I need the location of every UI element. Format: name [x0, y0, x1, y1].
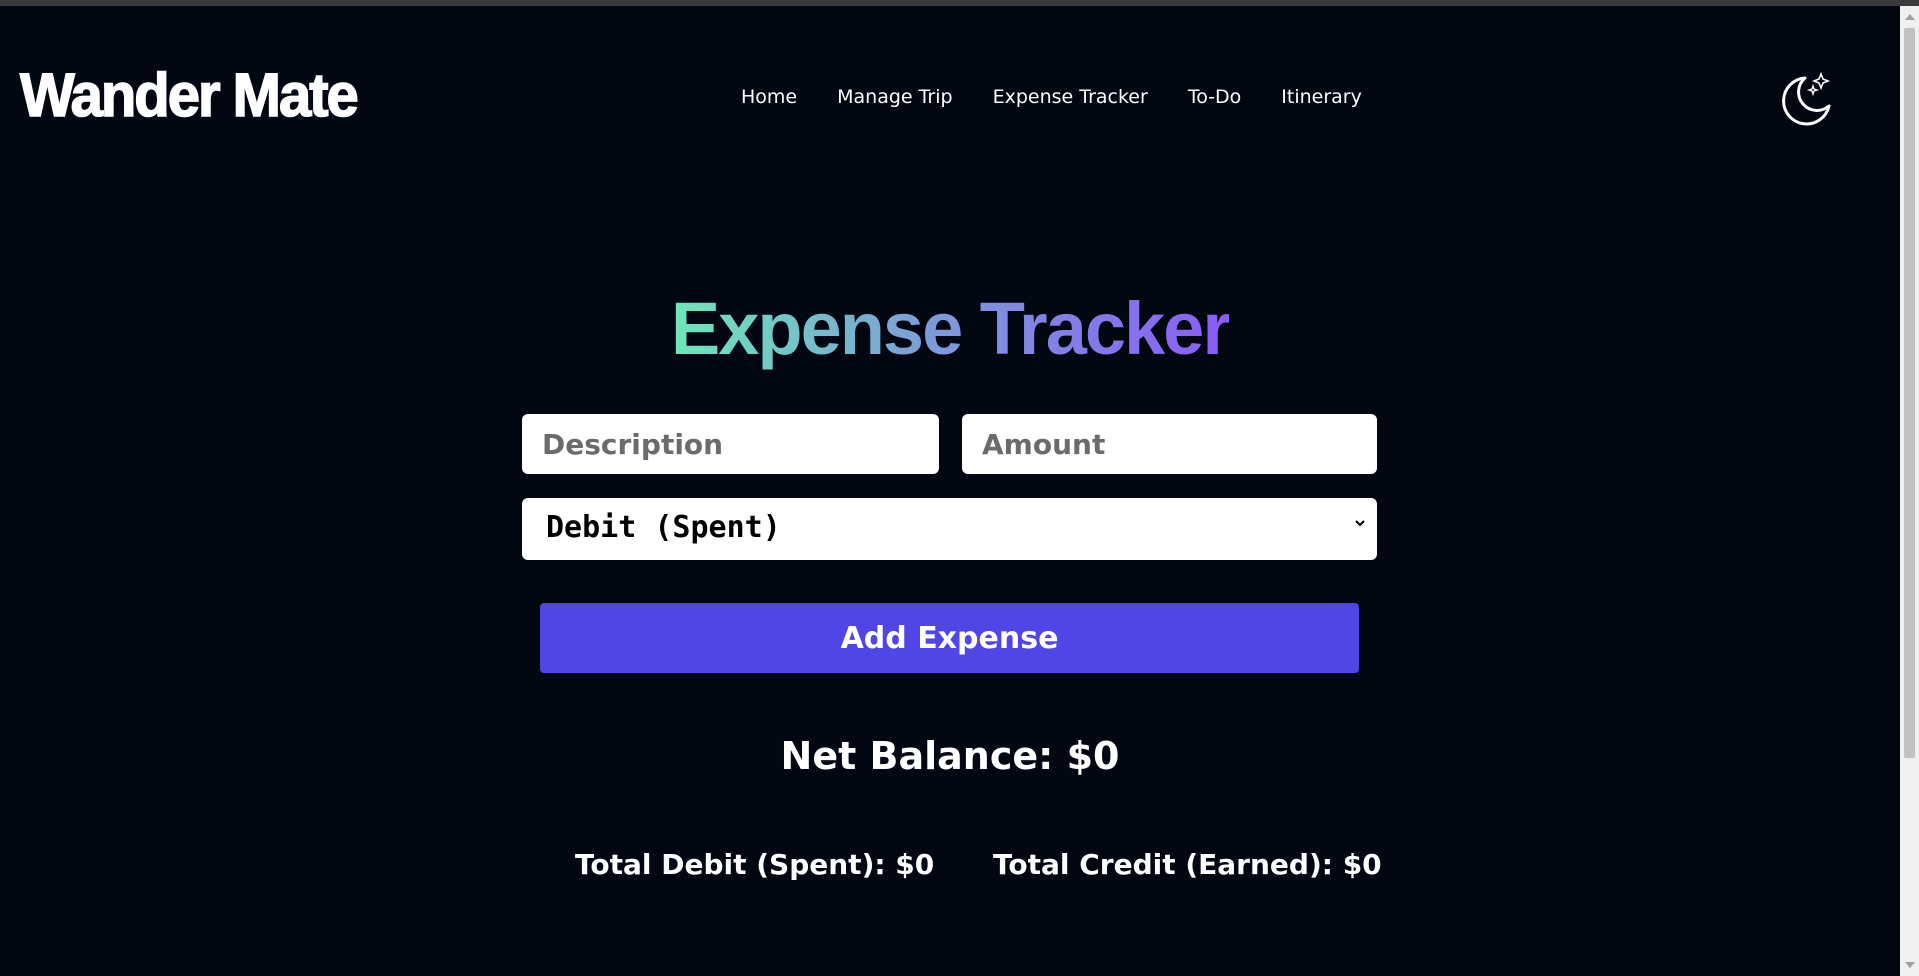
- expense-type-select[interactable]: Debit (Spent): [522, 498, 1377, 560]
- nav-to-do[interactable]: To-Do: [1188, 86, 1241, 108]
- vertical-scrollbar[interactable]: [1900, 6, 1919, 976]
- main-nav: Home Manage Trip Expense Tracker To-Do I…: [741, 86, 1362, 108]
- page-title: Expense Tracker: [0, 292, 1900, 366]
- expense-type-value: Debit (Spent): [546, 510, 781, 545]
- nav-itinerary[interactable]: Itinerary: [1281, 86, 1362, 108]
- page: Wander Mate Home Manage Trip Expense Tra…: [0, 6, 1900, 976]
- scrollbar-thumb[interactable]: [1904, 28, 1915, 758]
- theme-toggle-button[interactable]: [1775, 68, 1839, 132]
- chevron-down-icon: [1355, 520, 1365, 527]
- scroll-up-arrow-icon[interactable]: [1905, 14, 1915, 20]
- nav-manage-trip[interactable]: Manage Trip: [837, 86, 952, 108]
- total-debit: Total Debit (Spent): $0: [575, 848, 935, 881]
- add-expense-button[interactable]: Add Expense: [540, 603, 1359, 673]
- moon-stars-icon: [1782, 71, 1831, 126]
- scroll-down-arrow-icon[interactable]: [1905, 962, 1915, 968]
- nav-home[interactable]: Home: [741, 86, 797, 108]
- description-input[interactable]: [522, 414, 939, 474]
- amount-input[interactable]: [962, 414, 1377, 474]
- site-logo[interactable]: Wander Mate: [19, 60, 359, 131]
- page-title-text: Expense Tracker: [670, 287, 1231, 370]
- net-balance: Net Balance: $0: [780, 734, 1120, 778]
- nav-expense-tracker[interactable]: Expense Tracker: [993, 86, 1148, 108]
- total-credit: Total Credit (Earned): $0: [993, 848, 1382, 881]
